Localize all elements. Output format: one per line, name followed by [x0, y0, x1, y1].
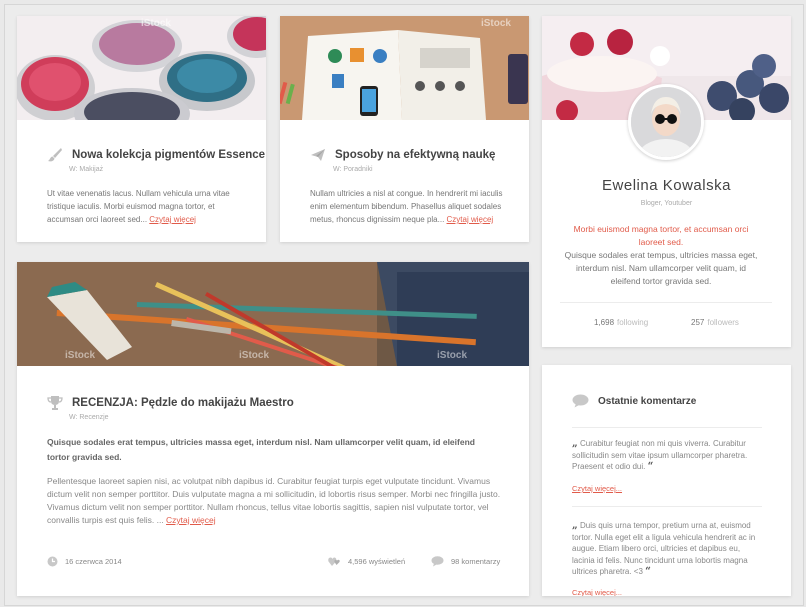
post-title[interactable]: RECENZJA: Pędzle do makijażu Maestro	[72, 397, 294, 409]
profile-role: Bloger, Youtuber	[640, 200, 693, 207]
comment-text: Curabitur feugiat non mi quis viverra. C…	[572, 439, 748, 471]
avatar[interactable]	[628, 84, 704, 160]
open-quote: „	[572, 438, 578, 449]
followers-count: 257	[691, 318, 705, 327]
profile-divider	[560, 302, 772, 303]
speech-bubble-icon	[431, 556, 444, 567]
post-image-brushes[interactable]: iStock iStock iStock	[17, 262, 529, 366]
post-card-study[interactable]: iStock Sposoby na efektywną naukę W: Por…	[280, 16, 529, 242]
following-count: 1,698	[594, 318, 615, 327]
read-more-link[interactable]: Czytaj więcej...	[572, 482, 622, 495]
image-watermark: iStock	[437, 350, 468, 361]
post-image-pigments[interactable]: iStock	[17, 16, 266, 120]
comment-item: „ Curabitur feugiat non mi quis viverra.…	[572, 438, 762, 473]
close-quote: “	[647, 461, 654, 472]
read-more-link[interactable]: Czytaj więcej	[149, 215, 196, 224]
post-lead: Quisque sodales erat tempus, ultricies m…	[47, 437, 475, 462]
post-category[interactable]: W: Makijaż	[69, 166, 103, 173]
post-card-pigments[interactable]: iStock Nowa kolekcja pigmentów Essence W…	[17, 16, 266, 242]
post-excerpt: Nullam ultricies a nisl at congue. In he…	[310, 189, 503, 224]
image-watermark: iStock	[480, 18, 511, 29]
clock-icon	[47, 556, 58, 567]
hearts-icon	[328, 556, 341, 567]
post-body: Pellentesque laoreet sapien nisi, ac vol…	[47, 476, 501, 525]
paper-plane-icon	[310, 147, 326, 163]
post-card-brushes-review[interactable]: iStock iStock iStock RECENZJA: Pędzle do…	[17, 262, 529, 596]
widget-divider	[572, 427, 762, 428]
post-category[interactable]: W: Recenzje	[69, 414, 109, 421]
followers-label: followers	[707, 318, 739, 327]
image-watermark: iStock	[140, 18, 171, 29]
speech-bubble-icon	[572, 394, 589, 408]
comment-text: Duis quis urna tempor, pretium urna at, …	[572, 521, 756, 576]
widget-title: Ostatnie komentarze	[598, 395, 697, 407]
read-more-link[interactable]: Czytaj więcej	[447, 215, 494, 224]
read-more-link[interactable]: Czytaj więcej	[166, 515, 216, 525]
post-title[interactable]: Nowa kolekcja pigmentów Essence	[72, 149, 265, 161]
profile-card: Ewelina Kowalska Bloger, Youtuber Morbi …	[542, 16, 791, 347]
following-stat[interactable]: 1,698 following	[594, 318, 648, 327]
post-date: 16 czerwca 2014	[47, 556, 122, 567]
post-comments-count[interactable]: 98 komentarzy	[431, 556, 500, 567]
trophy-icon	[47, 395, 63, 411]
image-watermark: iStock	[239, 350, 270, 361]
recent-comments-widget: Ostatnie komentarze „ Curabitur feugiat …	[542, 365, 791, 596]
post-image-study[interactable]: iStock	[280, 16, 529, 120]
open-quote: „	[572, 520, 578, 531]
followers-stat[interactable]: 257 followers	[691, 318, 739, 327]
read-more-link[interactable]: Czytaj więcej...	[572, 586, 622, 596]
post-title[interactable]: Sposoby na efektywną naukę	[335, 149, 495, 161]
post-views: 4,596 wyświetleń	[328, 556, 405, 567]
close-quote: “	[645, 566, 651, 577]
widget-divider	[572, 506, 762, 507]
brush-icon	[47, 147, 63, 163]
profile-bio: Quisque sodales erat tempus, ultricies m…	[564, 250, 758, 286]
post-excerpt: Ut vitae venenatis lacus. Nullam vehicul…	[47, 189, 230, 224]
profile-quote: Morbi euismod magna tortor, et accumsan …	[573, 224, 749, 247]
image-watermark: iStock	[65, 350, 96, 361]
post-category[interactable]: W: Poradniki	[333, 166, 373, 173]
profile-name: Ewelina Kowalska	[602, 177, 731, 194]
following-label: following	[617, 318, 649, 327]
comment-item: „ Duis quis urna tempor, pretium urna at…	[572, 520, 762, 578]
